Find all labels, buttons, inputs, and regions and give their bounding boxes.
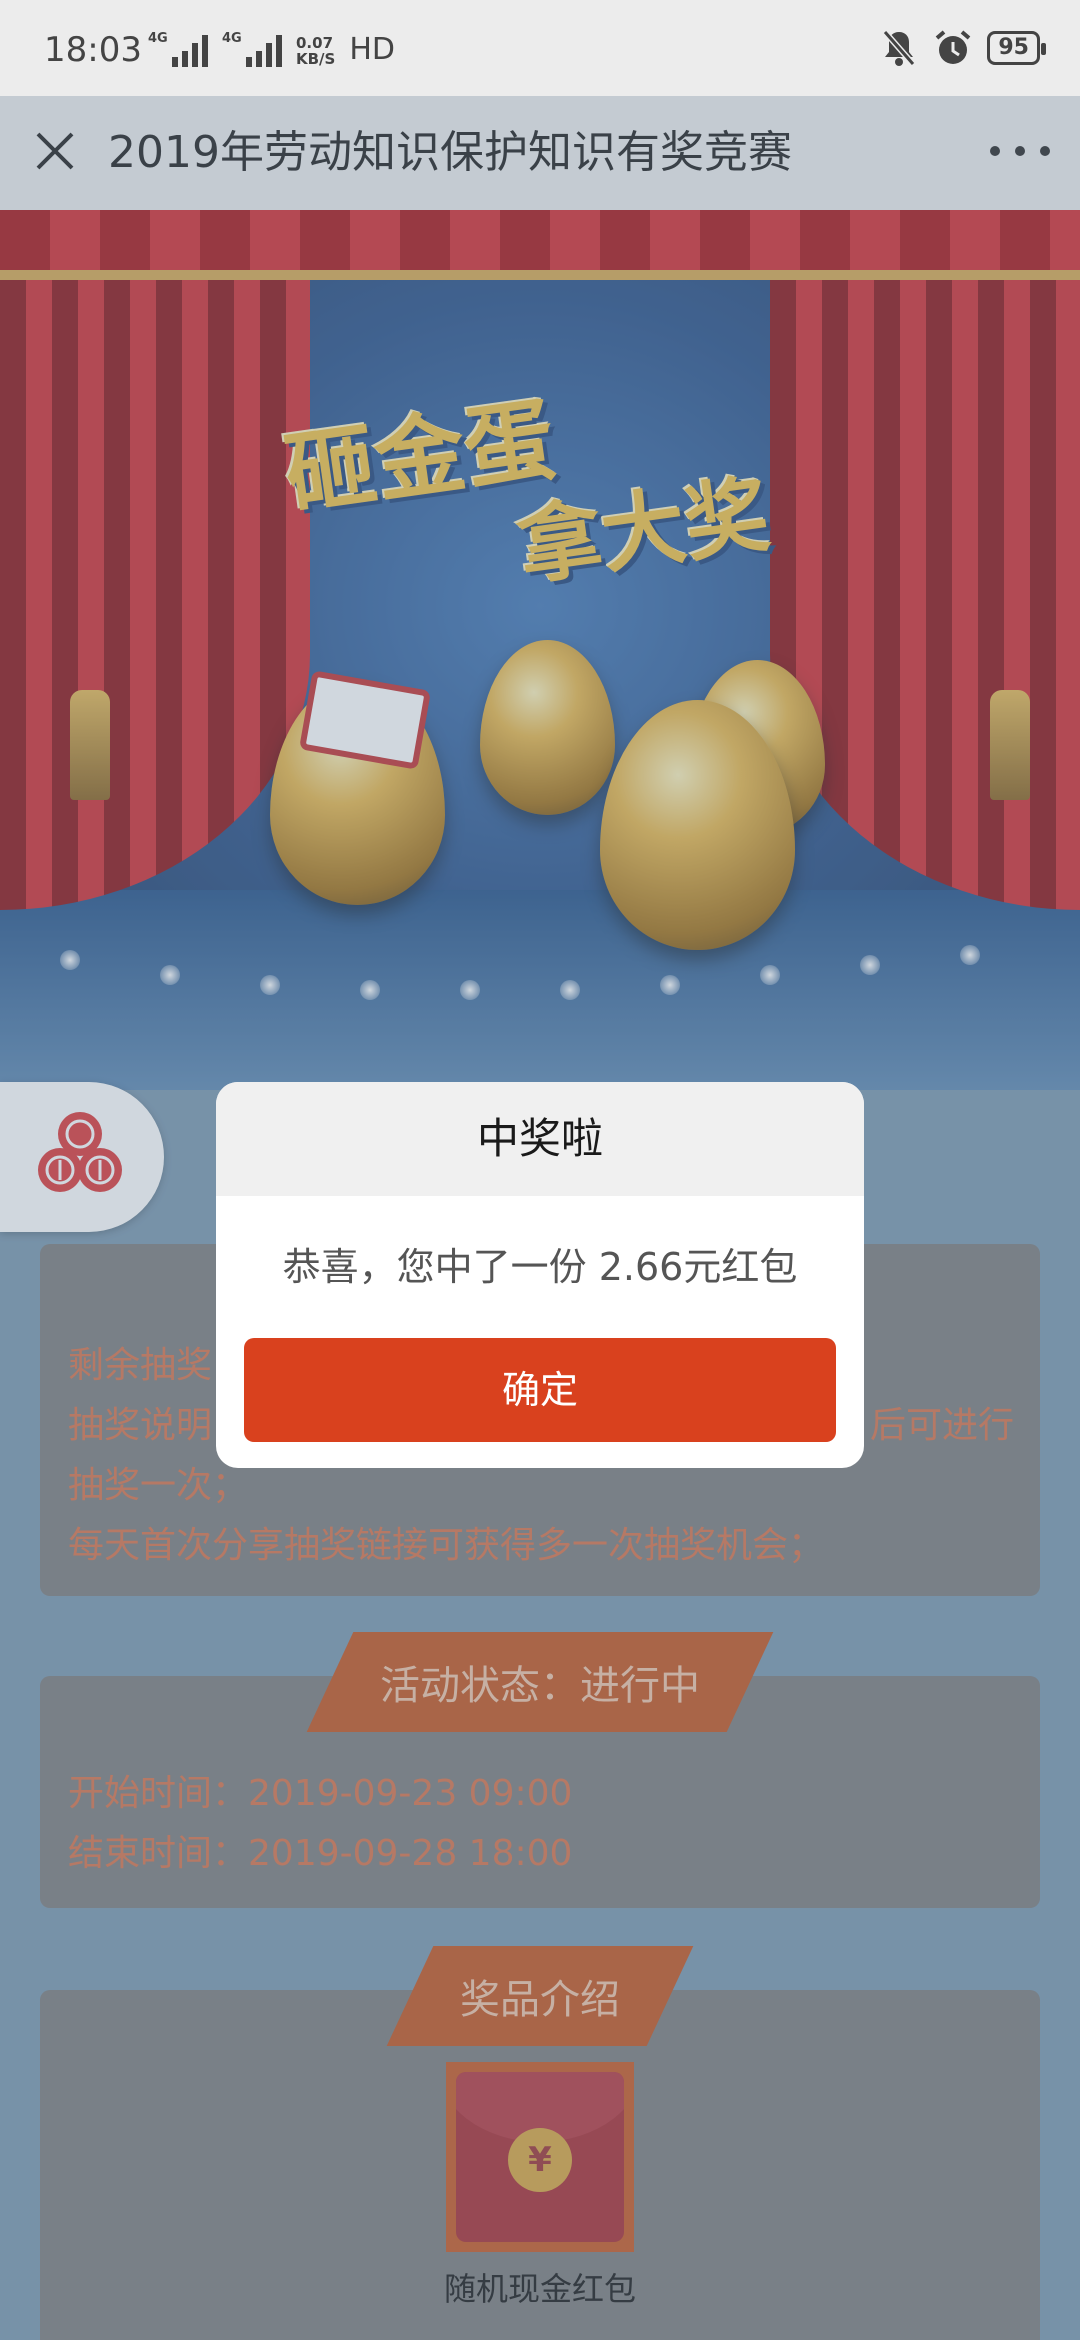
status-bar: 18:03 4G 4G 0.07 KB/S HD 95 [0, 0, 1080, 96]
status-right: 95 [879, 28, 1046, 68]
status-time: 18:03 [44, 30, 142, 70]
signal-icon: 4G [222, 31, 282, 67]
battery-indicator: 95 [987, 31, 1046, 65]
dialog-message: 恭喜，您中了一份 2.66元红包 [282, 1245, 798, 1289]
dialog-title: 中奖啦 [216, 1082, 864, 1196]
network-indicators: 4G 4G 0.07 KB/S HD [148, 31, 396, 68]
confirm-button[interactable]: 确定 [244, 1338, 836, 1442]
signal-icon: 4G [148, 31, 208, 67]
mute-bell-icon [879, 28, 919, 68]
win-dialog: 中奖啦 恭喜，您中了一份 2.66元红包 确定 [216, 1082, 864, 1468]
hd-indicator: HD [349, 32, 396, 67]
network-speed: 0.07 KB/S [296, 34, 336, 68]
alarm-icon [933, 28, 973, 68]
